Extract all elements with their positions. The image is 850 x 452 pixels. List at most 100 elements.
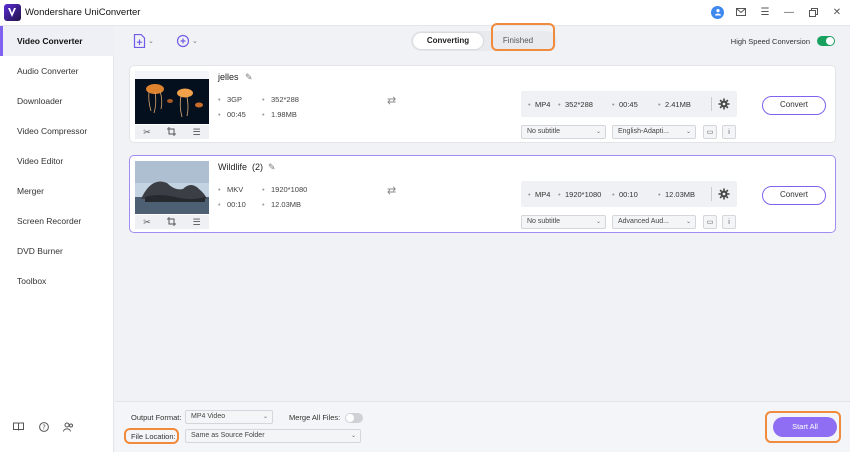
add-media-icon (176, 34, 190, 48)
chevron-down-icon: ⌄ (350, 433, 356, 439)
high-speed-toggle[interactable] (817, 36, 835, 46)
mail-icon[interactable] (734, 5, 748, 19)
title-bar: Wondershare UniConverter ☰ — ✕ (0, 0, 850, 26)
source-duration: 00:45 (218, 110, 246, 119)
output-settings: MP4 1920*1080 00:10 12.03MB (521, 181, 737, 207)
edit-name-icon[interactable]: ✎ (245, 72, 253, 83)
source-resolution: 1920*1080 (262, 185, 307, 194)
sidebar-item-downloader[interactable]: Downloader (0, 86, 114, 116)
scissors-icon[interactable]: ✂ (143, 217, 151, 228)
audio-value: Advanced Aud... (618, 218, 669, 225)
shuffle-icon: ⇄ (387, 95, 397, 107)
start-all-button[interactable]: Start All (773, 417, 837, 437)
output-format: MP4 (528, 100, 551, 109)
sidebar-footer: ? (12, 420, 75, 433)
output-format-select[interactable]: MP4 Video ⌄ (185, 410, 273, 424)
audio-select[interactable]: English-Adapti... ⌄ (612, 125, 696, 139)
video-thumbnail[interactable] (135, 161, 209, 214)
file-location-select[interactable]: Same as Source Folder ⌄ (185, 429, 361, 443)
account-icon[interactable] (711, 5, 724, 19)
chevron-down-icon: ⌄ (685, 219, 691, 225)
merge-all-label: Merge All Files: (289, 413, 341, 422)
divider (711, 97, 712, 111)
tab-converting[interactable]: Converting (413, 33, 483, 49)
output-format-label: Output Format: (131, 413, 182, 422)
edit-name-icon[interactable]: ✎ (268, 162, 276, 173)
info-icon[interactable]: i (722, 125, 736, 139)
minimize-icon[interactable]: — (782, 5, 796, 19)
help-icon[interactable]: ? (37, 420, 50, 433)
merge-all-toggle[interactable] (345, 413, 363, 423)
maximize-icon[interactable] (806, 5, 820, 19)
convert-button[interactable]: Convert (762, 186, 826, 205)
high-speed-conversion: High Speed Conversion (731, 36, 835, 46)
source-size: 12.03MB (262, 200, 301, 209)
chevron-down-icon: ⌄ (148, 38, 154, 45)
video-thumbnail[interactable] (135, 71, 209, 124)
subtitle-value: No subtitle (527, 128, 561, 135)
users-icon[interactable] (62, 420, 75, 433)
subtitle-settings-icon[interactable]: ▭ (703, 215, 717, 229)
chevron-down-icon: ⌄ (192, 38, 198, 45)
thumbnail-tools: ✂ ☰ (135, 215, 209, 229)
file-name: Wildlife (2) (218, 162, 264, 172)
effects-icon[interactable]: ☰ (193, 127, 201, 138)
add-files-button[interactable]: ⌄ (133, 32, 154, 50)
convert-button[interactable]: Convert (762, 96, 826, 115)
output-format: MP4 (528, 190, 551, 199)
svg-text:?: ? (42, 423, 46, 431)
file-location-value: Same as Source Folder (191, 432, 265, 439)
sidebar-item-video-compressor[interactable]: Video Compressor (0, 116, 114, 146)
source-format: MKV (218, 185, 243, 194)
source-format: 3GP (218, 95, 242, 104)
gear-icon[interactable] (717, 187, 731, 201)
sidebar-item-video-editor[interactable]: Video Editor (0, 146, 114, 176)
scissors-icon[interactable]: ✂ (143, 127, 151, 138)
sidebar-item-screen-recorder[interactable]: Screen Recorder (0, 206, 114, 236)
sidebar: Video Converter Audio Converter Download… (0, 26, 114, 452)
file-card-wildlife: ✂ ☰ Wildlife (2) ✎ MKV 1920*1080 00:10 1… (129, 155, 836, 233)
sidebar-item-toolbox[interactable]: Toolbox (0, 266, 114, 296)
chevron-down-icon: ⌄ (595, 219, 601, 225)
chevron-down-icon: ⌄ (685, 129, 691, 135)
gear-icon[interactable] (717, 97, 731, 111)
output-settings: MP4 352*288 00:45 2.41MB (521, 91, 737, 117)
sidebar-item-audio-converter[interactable]: Audio Converter (0, 56, 114, 86)
output-format-value: MP4 Video (191, 413, 226, 420)
output-size: 2.41MB (658, 100, 691, 109)
high-speed-label: High Speed Conversion (730, 36, 810, 46)
effects-icon[interactable]: ☰ (193, 217, 201, 228)
sidebar-item-dvd-burner[interactable]: DVD Burner (0, 236, 114, 266)
crop-icon[interactable] (167, 126, 177, 138)
file-location-highlight (124, 428, 179, 444)
close-icon[interactable]: ✕ (830, 5, 844, 19)
toolbar: ⌄ ⌄ Converting Finished High Speed Conve… (115, 23, 850, 56)
window-controls: ☰ — ✕ (711, 5, 844, 19)
subtitle-select[interactable]: No subtitle ⌄ (521, 125, 606, 139)
subtitle-select[interactable]: No subtitle ⌄ (521, 215, 606, 229)
add-media-button[interactable]: ⌄ (176, 32, 198, 50)
subtitle-settings-icon[interactable]: ▭ (703, 125, 717, 139)
sidebar-item-video-converter[interactable]: Video Converter (0, 26, 114, 56)
thumbnail-tools: ✂ ☰ (135, 125, 209, 139)
shuffle-icon: ⇄ (387, 185, 397, 197)
info-icon[interactable]: i (722, 215, 736, 229)
chevron-down-icon: ⌄ (595, 129, 601, 135)
crop-icon[interactable] (167, 216, 177, 228)
bottom-bar: Output Format: MP4 Video ⌄ Merge All File… (115, 401, 850, 452)
output-resolution: 1920*1080 (558, 190, 601, 199)
output-resolution: 352*288 (558, 100, 593, 109)
output-duration: 00:10 (612, 190, 638, 199)
audio-value: English-Adapti... (618, 128, 669, 135)
divider (711, 187, 712, 201)
file-name: jelles (218, 72, 239, 82)
subtitle-value: No subtitle (527, 218, 561, 225)
app-title: Wondershare UniConverter (25, 7, 141, 18)
source-duration: 00:10 (218, 200, 246, 209)
book-icon[interactable] (12, 420, 25, 433)
finished-tab-highlight (491, 23, 555, 51)
sidebar-item-merger[interactable]: Merger (0, 176, 114, 206)
menu-icon[interactable]: ☰ (758, 5, 772, 19)
audio-select[interactable]: Advanced Aud... ⌄ (612, 215, 696, 229)
source-resolution: 352*288 (262, 95, 299, 104)
